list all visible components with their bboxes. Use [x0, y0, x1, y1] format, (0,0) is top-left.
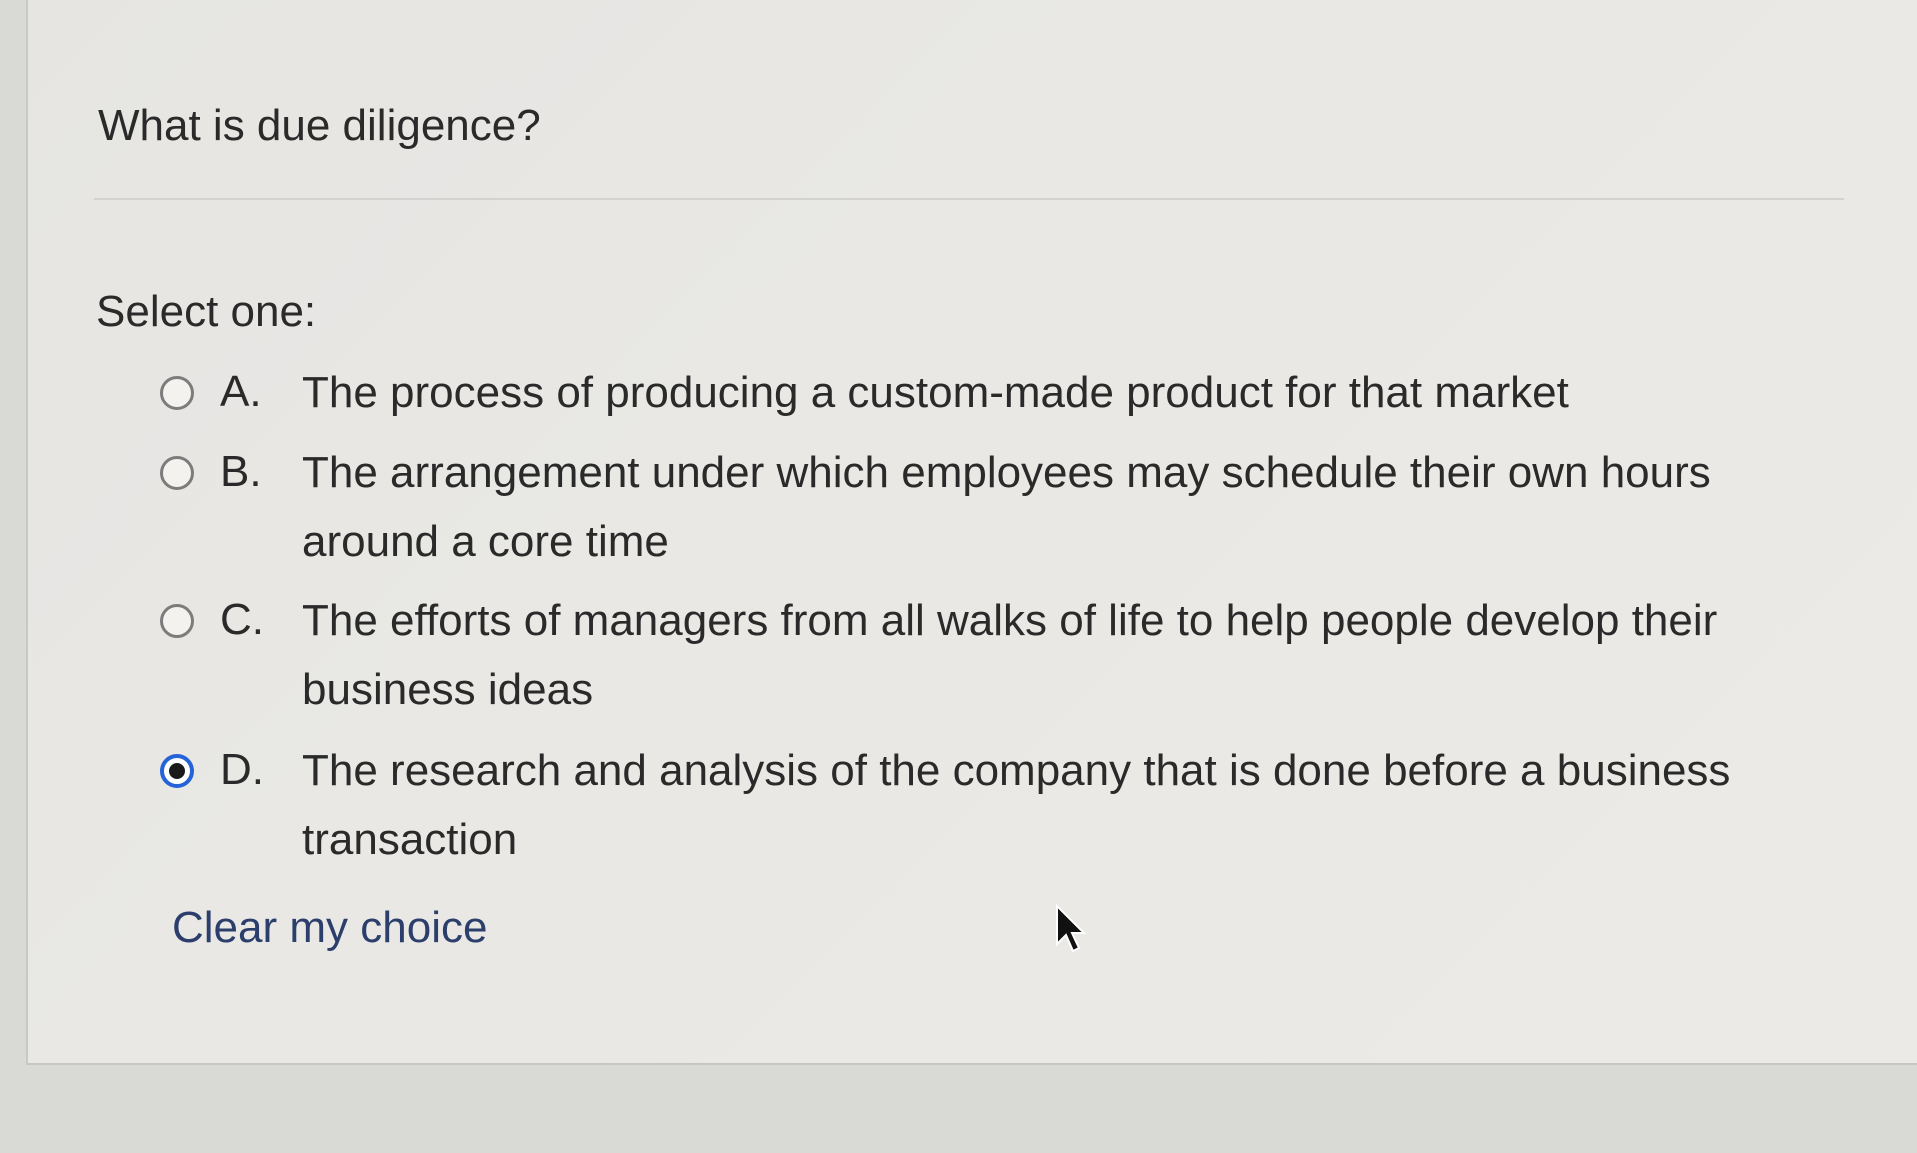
radio-button-b[interactable]	[160, 456, 194, 490]
option-text-c: The efforts of managers from all walks o…	[302, 596, 1718, 714]
question-content: What is due diligence? Select one: A. Th…	[42, 8, 1902, 1058]
option-text-b: The arrangement under which employees ma…	[302, 448, 1711, 566]
option-letter-c: C.	[220, 595, 264, 644]
option-text-d: The research and analysis of the company…	[302, 746, 1731, 864]
answer-option-b[interactable]: B. The arrangement under which employees…	[112, 446, 1832, 576]
question-divider	[94, 198, 1844, 200]
option-letter-a: A.	[220, 367, 262, 416]
mouse-pointer-icon	[1056, 904, 1087, 953]
question-text: What is due diligence?	[98, 101, 541, 150]
option-text-a: The process of producing a custom-made p…	[302, 368, 1569, 417]
option-letter-d: D.	[220, 745, 264, 794]
answer-option-d[interactable]: D. The research and analysis of the comp…	[112, 744, 1832, 874]
option-letter-b: B.	[220, 447, 262, 496]
radio-button-d[interactable]	[160, 754, 194, 788]
select-one-prompt: Select one:	[96, 287, 317, 336]
answer-option-c[interactable]: C. The efforts of managers from all walk…	[112, 594, 1832, 724]
radio-button-a[interactable]	[160, 376, 194, 410]
radio-button-c[interactable]	[160, 604, 194, 638]
clear-my-choice-link[interactable]: Clear my choice	[172, 902, 487, 954]
